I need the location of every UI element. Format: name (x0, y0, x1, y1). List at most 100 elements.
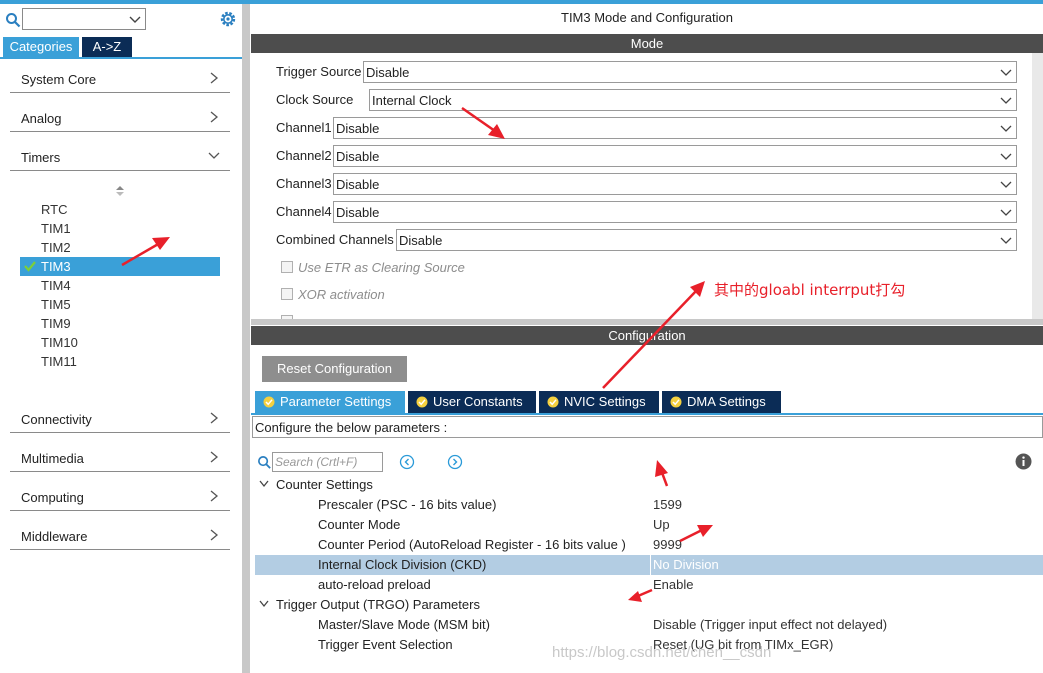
chevron-right-icon (210, 451, 219, 463)
list-item-tim4[interactable]: TIM4 (20, 276, 220, 295)
category-computing[interactable]: Computing (10, 485, 230, 511)
tab-label: NVIC Settings (564, 394, 646, 409)
param-value[interactable]: Enable (653, 577, 693, 592)
param-name: auto-reload preload (318, 577, 431, 592)
param-value[interactable]: Up (653, 517, 670, 532)
splitter[interactable] (251, 319, 1043, 325)
next-arrow-icon[interactable] (447, 454, 463, 470)
clock-source-select[interactable]: Internal Clock (369, 89, 1017, 111)
checkbox-box[interactable] (281, 261, 293, 273)
param-name: Prescaler (PSC - 16 bits value) (318, 497, 497, 512)
channel3-select[interactable]: Disable (333, 173, 1017, 195)
category-search (4, 8, 240, 34)
category-label: Analog (21, 111, 62, 126)
tab-nvic-settings[interactable]: NVIC Settings (539, 391, 659, 413)
param-value[interactable]: 9999 (653, 537, 682, 552)
channel2-select[interactable]: Disable (333, 145, 1017, 167)
group-label: Trigger Output (TRGO) Parameters (276, 597, 480, 612)
reset-configuration-button[interactable]: Reset Configuration (262, 356, 407, 382)
param-row-auto-reload-preload[interactable]: auto-reload preload Enable (255, 575, 1043, 595)
tab-label: Parameter Settings (280, 394, 392, 409)
channel4-select[interactable]: Disable (333, 201, 1017, 223)
tabs-underline (251, 413, 1043, 415)
channel1-select[interactable]: Disable (333, 117, 1017, 139)
list-item-tim9[interactable]: TIM9 (20, 314, 220, 333)
search-icon[interactable] (5, 12, 21, 28)
configure-banner: Configure the below parameters : (252, 416, 1043, 438)
mode-scrollbar[interactable] (1032, 53, 1043, 319)
category-analog[interactable]: Analog (10, 106, 230, 132)
chevron-down-icon (1000, 69, 1012, 76)
category-middleware[interactable]: Middleware (10, 524, 230, 550)
page-title: TIM3 Mode and Configuration (561, 10, 733, 25)
list-item-tim10[interactable]: TIM10 (20, 333, 220, 352)
chevron-right-icon (210, 529, 219, 541)
param-name: Counter Period (AutoReload Register - 16… (318, 537, 626, 552)
list-item-tim3[interactable]: TIM3 (20, 257, 220, 276)
category-system-core[interactable]: System Core (10, 67, 230, 93)
check-circle-icon (547, 396, 559, 408)
panel-splitter[interactable] (242, 4, 250, 673)
param-row-clock-division[interactable]: Internal Clock Division (CKD) No Divisio… (255, 555, 1043, 575)
watermark: https://blog.csdn.net/chen__csdn (552, 644, 772, 661)
parameter-search-input[interactable]: Search (Crtl+F) (272, 452, 383, 472)
list-item-tim1[interactable]: TIM1 (20, 219, 220, 238)
param-value[interactable]: No Division (653, 557, 719, 572)
previous-arrow-icon[interactable] (399, 454, 415, 470)
param-value[interactable]: 1599 (653, 497, 682, 512)
tab-dma-settings[interactable]: DMA Settings (662, 391, 781, 413)
param-row-master-slave[interactable]: Master/Slave Mode (MSM bit) Disable (Tri… (255, 615, 1043, 635)
search-icon (258, 456, 271, 469)
field-label: Channel2 (276, 148, 332, 163)
chevron-down-icon (208, 152, 220, 159)
trigger-source-select[interactable]: Disable (363, 61, 1017, 83)
configuration-band: Configuration (251, 326, 1043, 345)
category-label: Middleware (21, 529, 88, 544)
category-connectivity[interactable]: Connectivity (10, 407, 230, 433)
chevron-right-icon (210, 111, 219, 123)
checkbox-box[interactable] (281, 288, 293, 300)
select-value: Disable (336, 205, 380, 220)
field-label: Channel4 (276, 204, 332, 219)
group-trgo-parameters[interactable]: Trigger Output (TRGO) Parameters (255, 595, 1043, 615)
param-row-counter-period[interactable]: Counter Period (AutoReload Register - 16… (255, 535, 1043, 555)
param-value[interactable]: Disable (Trigger input effect not delaye… (653, 617, 887, 632)
field-label: Combined Channels (276, 232, 394, 247)
chevron-right-icon (210, 72, 219, 84)
list-item-rtc[interactable]: RTC (20, 200, 220, 219)
left-panel: Categories A->Z System Core Analog Timer… (0, 4, 242, 673)
combined-channels-select[interactable]: Disable (396, 229, 1017, 251)
category-timers[interactable]: Timers (10, 145, 230, 171)
chevron-down-icon[interactable] (259, 600, 269, 608)
category-label: Timers (21, 150, 61, 165)
tab-underline (0, 57, 242, 59)
tab-categories[interactable]: Categories (3, 37, 79, 57)
list-item-tim5[interactable]: TIM5 (20, 295, 220, 314)
param-row-prescaler[interactable]: Prescaler (PSC - 16 bits value) 1599 (255, 495, 1043, 515)
tab-user-constants[interactable]: User Constants (408, 391, 536, 413)
group-counter-settings[interactable]: Counter Settings (255, 475, 1043, 495)
search-combobox[interactable] (22, 8, 146, 30)
tab-parameter-settings[interactable]: Parameter Settings (255, 391, 405, 413)
list-item-tim2[interactable]: TIM2 (20, 238, 220, 257)
category-label: System Core (21, 72, 97, 87)
field-label: Channel3 (276, 176, 332, 191)
category-label: Connectivity (21, 412, 92, 427)
configure-text: Configure the below parameters : (255, 420, 448, 435)
sort-arrows-icon[interactable] (114, 185, 126, 197)
list-item-tim11[interactable]: TIM11 (20, 352, 220, 371)
gear-icon[interactable] (218, 9, 238, 29)
info-icon[interactable] (1015, 453, 1032, 470)
stm32cubemx-window: Categories A->Z System Core Analog Timer… (0, 0, 1043, 673)
param-name: Internal Clock Division (CKD) (318, 557, 487, 572)
chevron-right-icon (210, 490, 219, 502)
mode-band: Mode (251, 34, 1043, 53)
chevron-down-icon (1000, 181, 1012, 188)
tab-a-z[interactable]: A->Z (82, 37, 132, 57)
param-name: Counter Mode (318, 517, 401, 532)
chevron-down-icon (1000, 153, 1012, 160)
param-row-counter-mode[interactable]: Counter Mode Up (255, 515, 1043, 535)
select-value: Disable (366, 65, 410, 80)
chevron-down-icon[interactable] (259, 480, 269, 488)
category-multimedia[interactable]: Multimedia (10, 446, 230, 472)
